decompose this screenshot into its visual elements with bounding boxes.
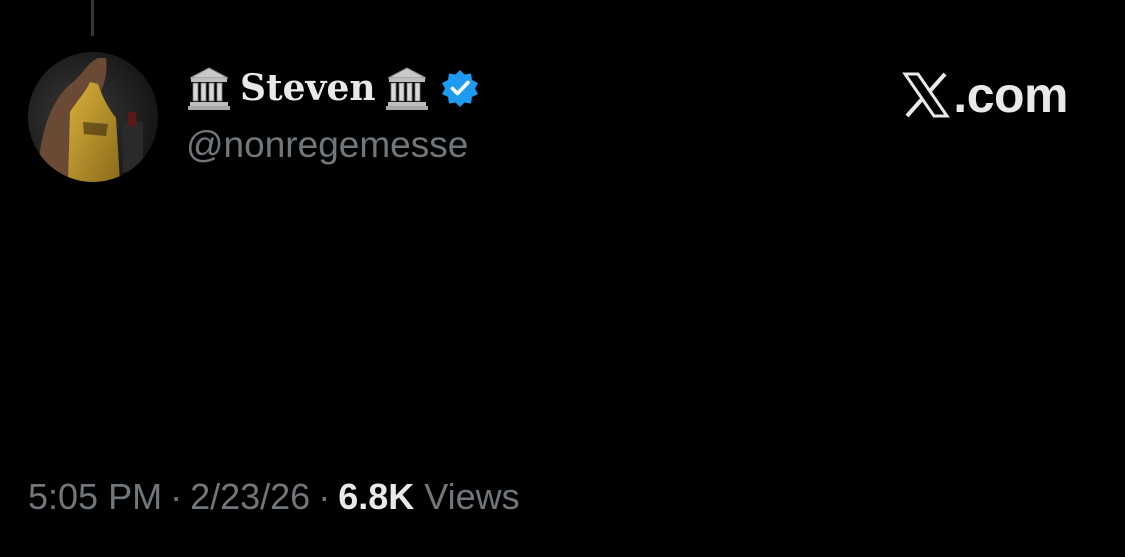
meta-separator: · — [170, 476, 183, 517]
author-handle[interactable]: @nonregemesse — [186, 124, 468, 166]
avatar-photo — [28, 52, 158, 182]
views-label: Views — [424, 476, 520, 517]
brand-domain-text: .com — [953, 67, 1068, 123]
x-logo-icon — [902, 72, 951, 118]
tweet-time[interactable]: 5:05 PM — [28, 476, 162, 517]
author-name-row[interactable]: Steven — [188, 66, 480, 110]
tweet-date[interactable]: 2/23/26 — [190, 476, 310, 517]
views-count[interactable]: 6.8K — [338, 476, 414, 517]
avatar[interactable] — [28, 52, 158, 182]
classical-building-icon — [385, 66, 428, 110]
brand-watermark: .com — [901, 66, 1068, 124]
tweet-meta: 5:05 PM · 2/23/26 · 6.8K Views — [28, 476, 520, 518]
author-display-name[interactable]: Steven — [240, 67, 376, 109]
thread-connector-line — [91, 0, 94, 36]
verified-badge-icon[interactable] — [440, 68, 480, 108]
tweet-header: Steven @nonregemesse .com — [28, 52, 1098, 182]
meta-separator: · — [318, 476, 331, 517]
classical-building-icon — [188, 66, 230, 110]
